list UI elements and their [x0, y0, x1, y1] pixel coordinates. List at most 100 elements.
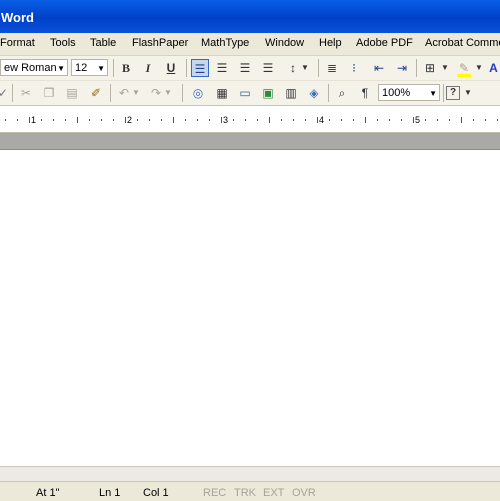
globe-link-icon: ◎	[192, 86, 204, 100]
ruler-tick	[197, 119, 198, 121]
ruler-tick	[281, 119, 282, 121]
format-painter-button[interactable]: ✐	[87, 84, 105, 102]
insert-excel-button[interactable]: ▣	[259, 84, 277, 102]
ruler-tick	[209, 119, 210, 121]
ruler-tick	[77, 117, 78, 123]
copy-icon: ❐	[43, 86, 55, 100]
font-name-value: ew Roman	[4, 62, 57, 74]
chevron-down-icon[interactable]: ▼	[57, 64, 65, 73]
ruler-tick	[377, 119, 378, 121]
drawing-button[interactable]: ◈	[305, 84, 323, 102]
tables-borders-button[interactable]: ▦	[213, 84, 231, 102]
borders-icon: ⊞	[424, 61, 436, 75]
ruler-tick	[89, 119, 90, 121]
ruler-tick	[29, 117, 30, 123]
ruler-tick	[389, 119, 390, 121]
status-ovr[interactable]: OVR	[292, 487, 316, 499]
menu-window[interactable]: Window	[265, 37, 304, 49]
ruler-tick	[473, 119, 474, 121]
highlight-button[interactable]: ✎	[455, 59, 473, 77]
decrease-indent-button[interactable]: ⇤	[370, 59, 388, 77]
insert-table-button[interactable]: ▭	[236, 84, 254, 102]
ruler-tick	[233, 119, 234, 121]
cut-button[interactable]: ✂	[17, 84, 35, 102]
status-rec[interactable]: REC	[203, 487, 226, 499]
chevron-down-icon[interactable]: ▼	[97, 64, 105, 73]
ruler-tick	[461, 117, 462, 123]
ruler-tick	[17, 119, 18, 121]
status-trk[interactable]: TRK	[234, 487, 256, 499]
ruler-tick	[41, 119, 42, 121]
borders-dropdown[interactable]: ▼	[440, 59, 450, 77]
font-color-button[interactable]: A	[487, 59, 500, 77]
menu-flashpaper[interactable]: FlashPaper	[132, 37, 188, 49]
borders-button[interactable]: ⊞	[421, 59, 439, 77]
permission-button[interactable]: ✓	[0, 84, 12, 102]
line-spacing-icon: ↕	[290, 61, 296, 75]
align-left-button[interactable]: ☰	[191, 59, 209, 77]
ruler-tick	[293, 119, 294, 121]
menu-bar: Format Tools Table FlashPaper MathType W…	[0, 33, 500, 56]
status-ext[interactable]: EXT	[263, 487, 284, 499]
align-center-button[interactable]: ☰	[213, 59, 231, 77]
tables-borders-icon: ▦	[216, 86, 228, 100]
bullets-button[interactable]: ⁝	[345, 59, 363, 77]
copy-button[interactable]: ❐	[40, 84, 58, 102]
help-dropdown[interactable]: ▼	[463, 84, 473, 102]
undo-dropdown[interactable]: ▼	[131, 84, 141, 102]
horizontal-scrollbar[interactable]	[0, 466, 500, 481]
zoom-combo[interactable]: 100% ▼	[378, 84, 440, 101]
menu-adobe-pdf[interactable]: Adobe PDF	[356, 37, 413, 49]
ruler-tick	[305, 119, 306, 121]
justify-button[interactable]: ☰	[259, 59, 277, 77]
underline-button[interactable]: U	[162, 59, 180, 77]
menu-table[interactable]: Table	[90, 37, 116, 49]
font-name-combo[interactable]: ew Roman ▼	[0, 59, 68, 76]
ruler-number: 1	[31, 115, 37, 125]
line-spacing-dropdown[interactable]: ▼	[300, 59, 310, 77]
window-title: Word	[1, 10, 34, 25]
menu-tools[interactable]: Tools	[50, 37, 76, 49]
italic-button[interactable]: I	[139, 59, 157, 77]
insert-hyperlink-button[interactable]: ◎	[189, 84, 207, 102]
separator	[318, 59, 319, 77]
ruler-tick	[329, 119, 330, 121]
numbered-list-icon: ≣	[326, 61, 338, 75]
separator	[182, 84, 183, 102]
chevron-down-icon: ▼	[301, 63, 309, 72]
document-map-button[interactable]: ⌕	[333, 84, 351, 102]
menu-acrobat-comments[interactable]: Acrobat Comme	[425, 37, 500, 49]
ruler-tick	[65, 119, 66, 121]
ruler-tick	[173, 117, 174, 123]
bold-button[interactable]: B	[117, 59, 135, 77]
status-bar: At 1" Ln 1 Col 1 REC TRK EXT OVR	[0, 481, 500, 501]
ruler-tick	[269, 117, 270, 123]
menu-help[interactable]: Help	[319, 37, 342, 49]
align-right-button[interactable]: ☰	[236, 59, 254, 77]
paste-button[interactable]: ▤	[63, 84, 81, 102]
chevron-down-icon[interactable]: ▼	[429, 89, 437, 98]
horizontal-ruler[interactable]: 1 2 3 4 5	[0, 106, 500, 133]
ruler-tick	[353, 119, 354, 121]
increase-indent-icon: ⇥	[396, 61, 408, 75]
document-page[interactable]	[0, 150, 500, 466]
ruler-tick	[185, 119, 186, 121]
ruler-tick	[101, 119, 102, 121]
show-hide-button[interactable]: ¶	[356, 84, 374, 102]
menu-mathtype[interactable]: MathType	[201, 37, 249, 49]
menu-format[interactable]: Format	[0, 37, 35, 49]
help-button[interactable]: ?	[446, 86, 460, 100]
redo-dropdown[interactable]: ▼	[163, 84, 173, 102]
ruler-number: 4	[319, 115, 325, 125]
highlight-dropdown[interactable]: ▼	[474, 59, 484, 77]
columns-button[interactable]: ▥	[282, 84, 300, 102]
numbering-button[interactable]: ≣	[323, 59, 341, 77]
font-size-combo[interactable]: 12 ▼	[71, 59, 108, 76]
bulleted-list-icon: ⁝	[352, 61, 356, 75]
ruler-tick	[449, 119, 450, 121]
separator	[416, 59, 417, 77]
separator	[443, 84, 444, 102]
separator	[113, 59, 114, 77]
increase-indent-button[interactable]: ⇥	[393, 59, 411, 77]
status-line: Ln 1	[99, 487, 121, 499]
